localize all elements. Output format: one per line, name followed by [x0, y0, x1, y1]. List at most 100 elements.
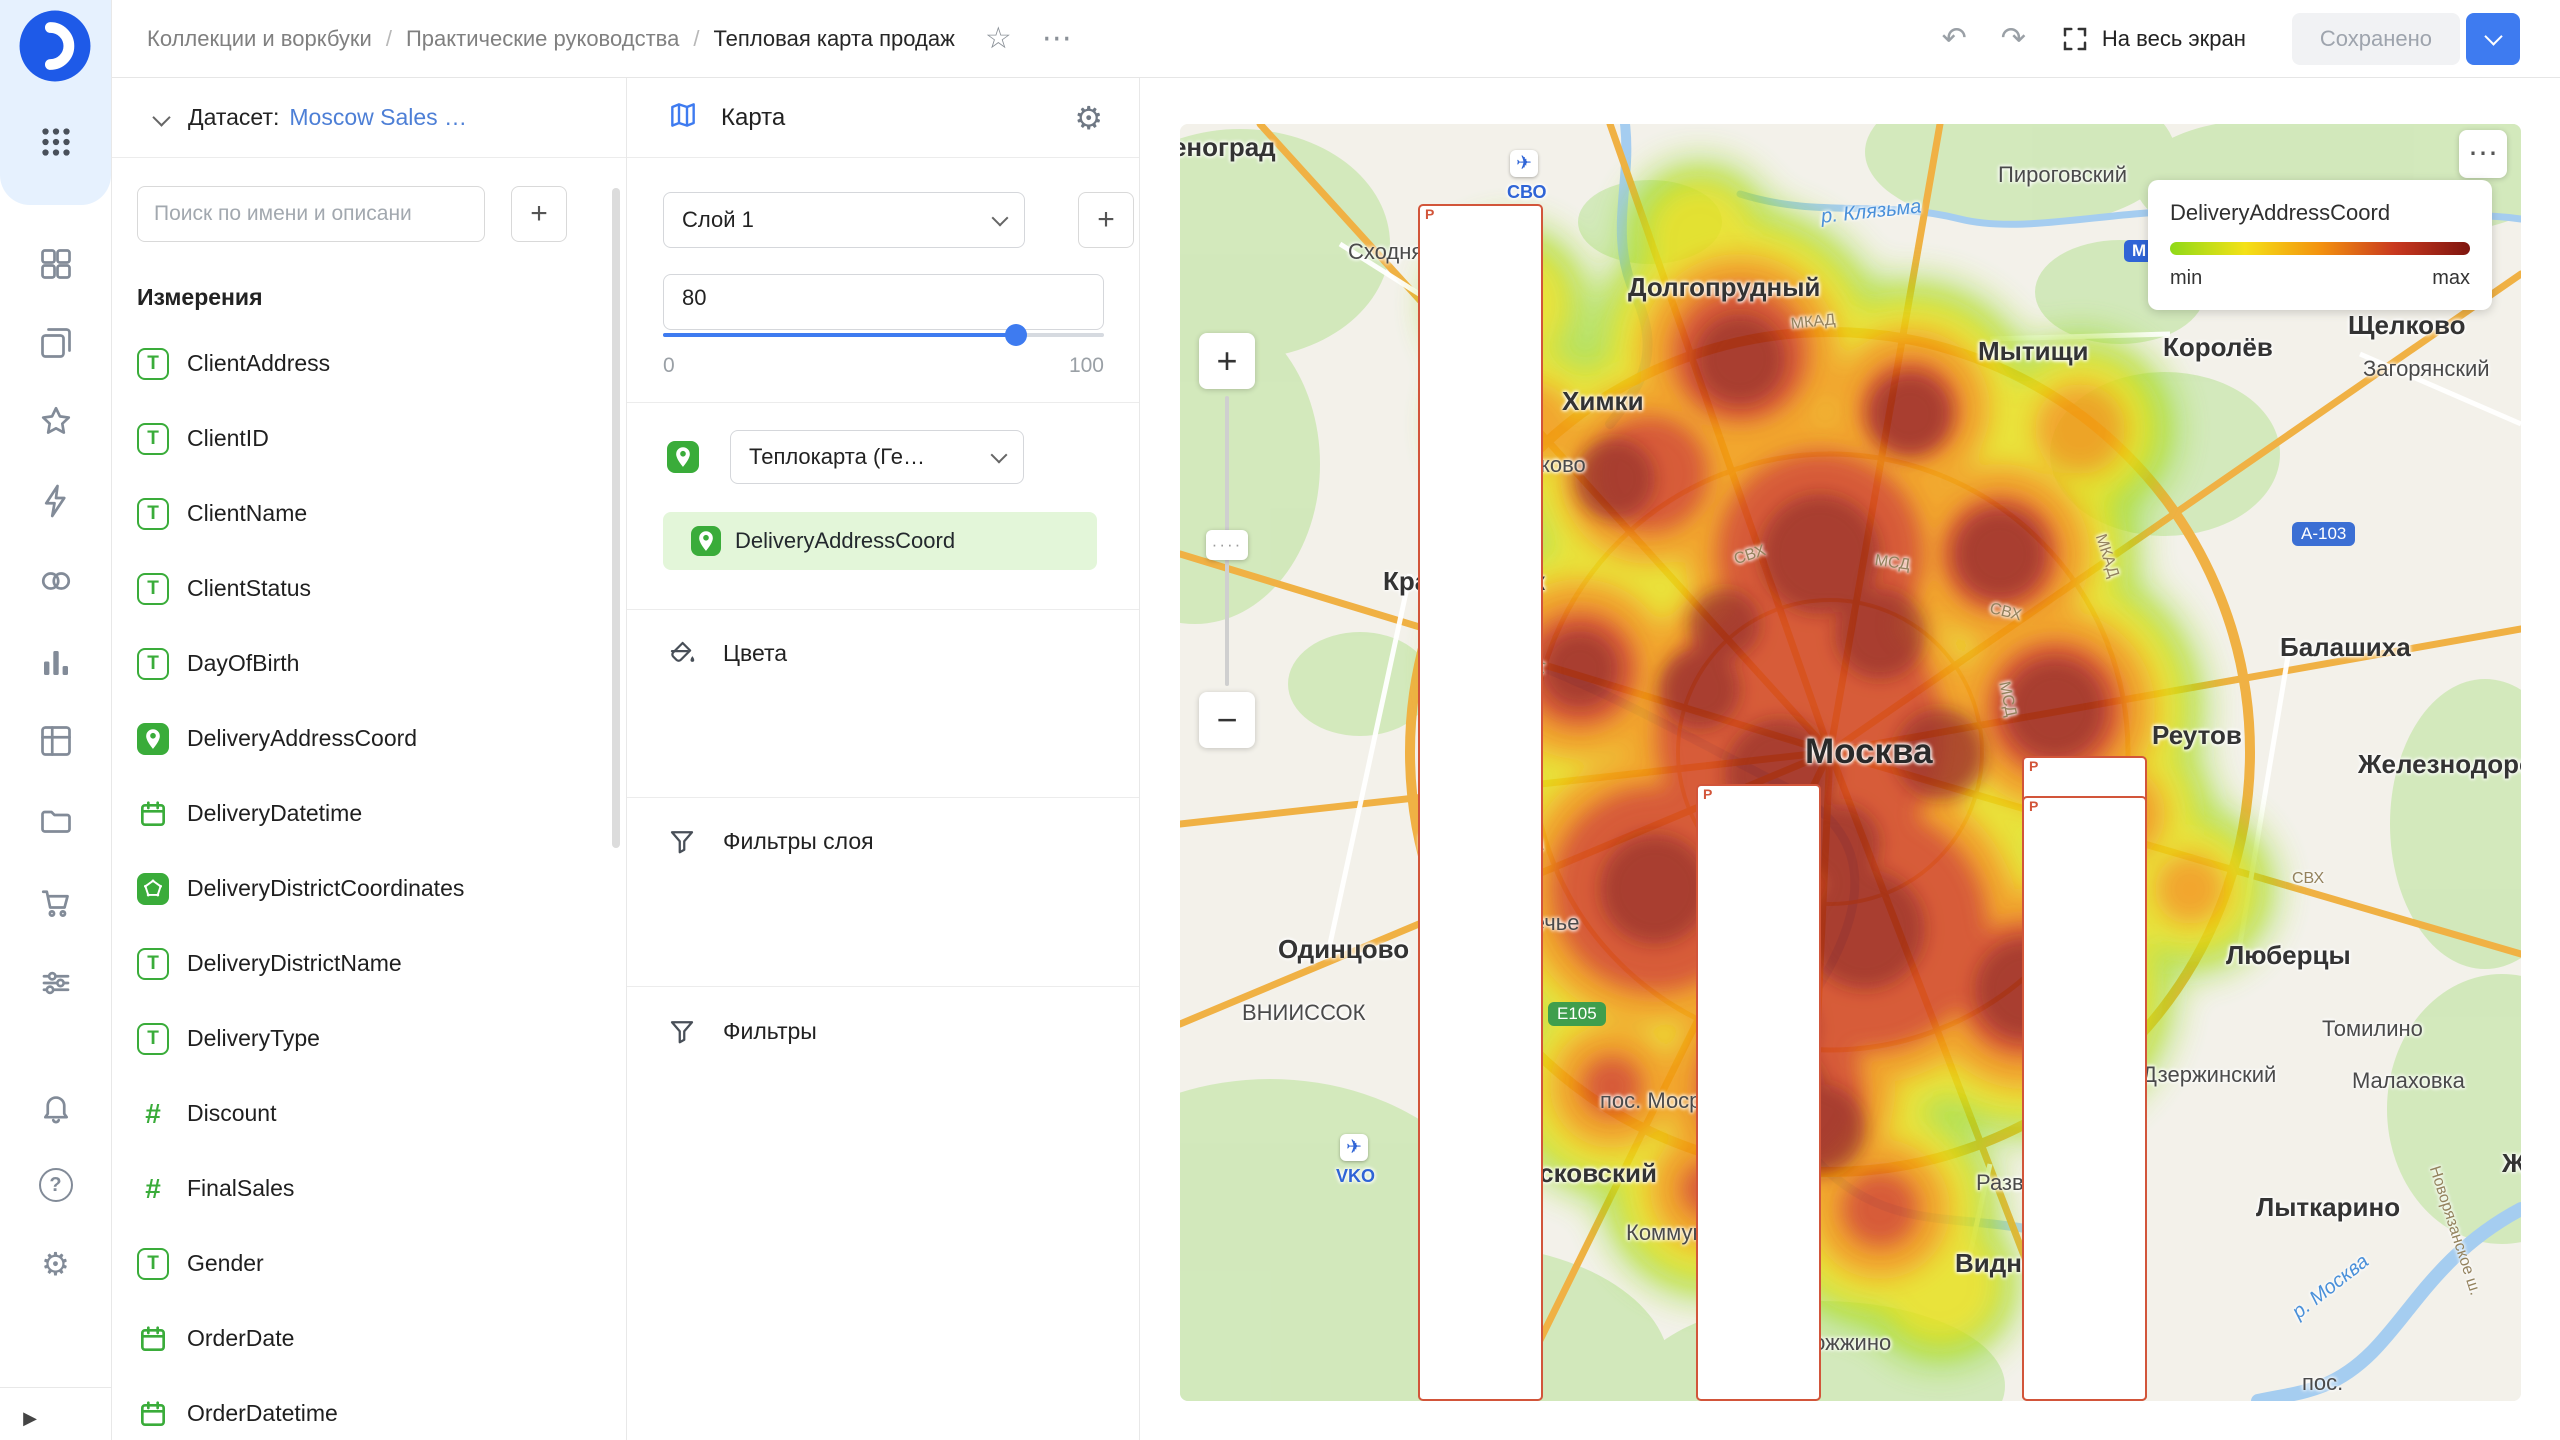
search-input[interactable]	[137, 186, 485, 242]
breadcrumb-separator: /	[386, 26, 392, 52]
fullscreen-button[interactable]: На весь экран	[2060, 24, 2246, 54]
slider-handle[interactable]	[1005, 324, 1027, 346]
field-name: ClientStatus	[187, 575, 311, 602]
redo-icon[interactable]: ↷	[2001, 21, 2026, 56]
chevron-down-icon	[152, 108, 170, 126]
field-row[interactable]: DeliveryDatetime	[111, 776, 612, 851]
legend-max-label: max	[2432, 267, 2470, 290]
field-row[interactable]: #FinalSales	[111, 1151, 612, 1226]
nav-rail: ? ⚙ ▶	[0, 0, 112, 1440]
field-row[interactable]: TDeliveryType	[111, 1001, 612, 1076]
help-button[interactable]: ?	[0, 1163, 111, 1207]
geo-field-chip[interactable]: DeliveryAddressCoord	[663, 512, 1097, 570]
opacity-input[interactable]	[680, 284, 764, 312]
filters-section[interactable]: Фильтры	[667, 1016, 817, 1046]
map-canvas[interactable]: Зеленоград✈СВОСходняРДолгопрудныйПирогов…	[1180, 124, 2521, 1401]
field-name: ClientID	[187, 425, 269, 452]
sidebar-item-all-services[interactable]	[0, 120, 111, 164]
collapse-rail-button[interactable]: ▶	[0, 1396, 60, 1440]
breadcrumb-guides[interactable]: Практические руководства	[406, 26, 679, 52]
field-row[interactable]: TClientStatus	[111, 551, 612, 626]
sidebar-item-datasets[interactable]	[0, 719, 111, 763]
dataset-name-link[interactable]: Moscow Sales …	[289, 104, 467, 131]
layer-select[interactable]: Слой 1	[663, 192, 1025, 248]
map-area: Зеленоград✈СВОСходняРДолгопрудныйПирогов…	[1140, 78, 2560, 1440]
sidebar-item-quick-actions[interactable]	[0, 479, 111, 523]
zoom-in-button[interactable]: +	[1199, 333, 1255, 389]
slider-fill	[663, 333, 1016, 337]
divider	[627, 402, 1139, 403]
more-actions-icon[interactable]: ⋯	[1042, 24, 1072, 54]
text-field-icon: T	[137, 498, 169, 530]
layer-filters-label: Фильтры слоя	[723, 828, 874, 855]
datalens-logo[interactable]	[18, 9, 92, 83]
undo-icon[interactable]: ↶	[1942, 21, 1967, 56]
text-field-icon: T	[137, 423, 169, 455]
save-dropdown-button[interactable]	[2466, 13, 2520, 65]
settings-button[interactable]: ⚙	[0, 1242, 111, 1286]
date-field-icon	[137, 798, 169, 830]
field-row[interactable]: TGender	[111, 1226, 612, 1301]
colors-section[interactable]: Цвета	[667, 638, 787, 668]
saved-button[interactable]: Сохранено	[2292, 13, 2460, 65]
field-row[interactable]: OrderDatetime	[111, 1376, 612, 1440]
notifications-button[interactable]	[0, 1085, 111, 1129]
gear-icon: ⚙	[41, 1248, 70, 1280]
sidebar-item-charts[interactable]	[0, 641, 111, 685]
sidebar-item-favorites[interactable]	[0, 399, 111, 443]
zoom-out-button[interactable]: −	[1199, 692, 1255, 748]
sidebar-item-workbooks[interactable]	[0, 321, 111, 365]
heatmap-layer	[1180, 124, 2521, 1401]
breadcrumb: Коллекции и воркбуки / Практические руко…	[147, 26, 955, 52]
field-name: DeliveryAddressCoord	[187, 725, 417, 752]
field-name: DayOfBirth	[187, 650, 299, 677]
number-field-icon: #	[137, 1098, 169, 1130]
opacity-slider[interactable]	[663, 324, 1104, 346]
funnel-icon	[667, 826, 697, 856]
dataset-panel: Датасет: Moscow Sales … + Измерения TCli…	[111, 78, 627, 1440]
field-name: DeliveryDistrictCoordinates	[187, 875, 464, 902]
sidebar-item-dashboards[interactable]	[0, 242, 111, 286]
geopoint-icon	[667, 441, 699, 473]
layer-filters-section[interactable]: Фильтры слоя	[667, 826, 874, 856]
field-row[interactable]: TDayOfBirth	[111, 626, 612, 701]
play-icon: ▶	[23, 1408, 37, 1429]
scrollbar[interactable]	[612, 188, 620, 848]
field-row[interactable]: TClientName	[111, 476, 612, 551]
field-row[interactable]: # Discount	[111, 1076, 612, 1151]
gear-icon[interactable]: ⚙	[1074, 99, 1103, 137]
field-name: FinalSales	[187, 1175, 294, 1202]
opacity-input-box	[663, 274, 1104, 330]
sidebar-item-storage[interactable]	[0, 799, 111, 843]
filters-label: Фильтры	[723, 1018, 817, 1045]
datalens-logo-icon	[18, 9, 92, 83]
divider	[627, 609, 1139, 610]
zoom-slider-handle[interactable]: ····	[1206, 530, 1248, 560]
map-menu-button[interactable]: ⋯	[2459, 130, 2507, 178]
sidebar-item-service-settings[interactable]	[0, 961, 111, 1005]
layer-settings-panel: Карта ⚙ Слой 1 + 0 100 Теплокарта (Ге…	[627, 78, 1140, 1440]
add-field-button[interactable]: +	[511, 186, 567, 242]
field-name: DeliveryDatetime	[187, 800, 362, 827]
divider	[0, 1387, 111, 1388]
geotype-select[interactable]: Теплокарта (Ге…	[730, 430, 1024, 484]
field-name: Discount	[187, 1100, 276, 1127]
add-layer-button[interactable]: +	[1078, 192, 1134, 248]
paint-icon	[667, 638, 697, 668]
sidebar-item-marketplace[interactable]	[0, 881, 111, 925]
field-row[interactable]: TDeliveryDistrictName	[111, 926, 612, 1001]
field-name: DeliveryType	[187, 1025, 320, 1052]
star-icon	[38, 403, 74, 439]
dataset-panel-header[interactable]: Датасет: Moscow Sales …	[111, 78, 626, 158]
geo-field-chip-label: DeliveryAddressCoord	[735, 528, 955, 554]
field-row[interactable]: DeliveryDistrictCoordinates	[111, 851, 612, 926]
breadcrumb-collections[interactable]: Коллекции и воркбуки	[147, 26, 372, 52]
geopolygon-field-icon	[137, 873, 169, 905]
favorite-star-icon[interactable]: ☆	[985, 24, 1012, 54]
field-row[interactable]: TClientAddress	[111, 326, 612, 401]
field-row[interactable]: OrderDate	[111, 1301, 612, 1376]
table-icon	[38, 723, 74, 759]
field-row[interactable]: T ClientID	[111, 401, 612, 476]
field-row[interactable]: DeliveryAddressCoord	[111, 701, 612, 776]
sidebar-item-connections[interactable]	[0, 559, 111, 603]
